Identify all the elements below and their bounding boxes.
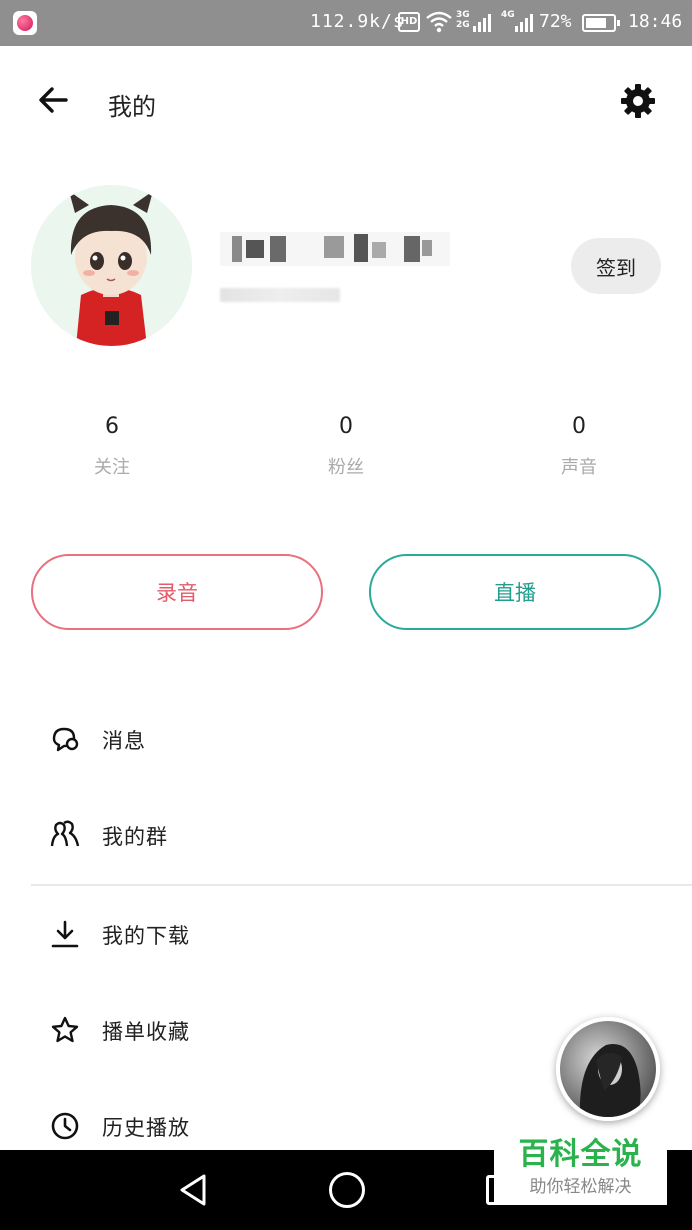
battery-percent: 72% [539, 11, 572, 32]
nav-back-icon[interactable] [176, 1172, 210, 1208]
watermark-title: 百科全说 [518, 1137, 643, 1172]
app-notification-icon [13, 11, 37, 35]
live-button[interactable]: 直播 [369, 554, 661, 630]
avatar[interactable] [31, 185, 192, 346]
stat-sounds-count: 0 [572, 414, 586, 439]
stat-fans[interactable]: 0 粉丝 [286, 405, 406, 479]
menu-item-groups-label: 我的群 [102, 825, 168, 849]
arrow-left-icon[interactable] [36, 84, 72, 116]
user-id-blurred [220, 288, 340, 302]
stat-following-label: 关注 [94, 457, 130, 478]
menu-item-history-label: 历史播放 [102, 1116, 190, 1140]
app-bar: 我的 [0, 46, 692, 156]
menu-item-messages-label: 消息 [102, 729, 146, 753]
menu-divider [31, 884, 692, 886]
mini-player-cover [579, 1044, 641, 1117]
page-title: 我的 [108, 93, 156, 121]
download-icon [51, 920, 79, 948]
network-type-4g: 4G [501, 10, 515, 20]
stat-sounds[interactable]: 0 声音 [519, 405, 639, 479]
watermark: 百科全说 助你轻松解决 [494, 1134, 667, 1205]
signal-icon-2 [515, 14, 533, 32]
stat-following[interactable]: 6 关注 [52, 405, 172, 479]
wifi-icon [426, 11, 452, 33]
signal-icon [473, 14, 491, 32]
menu-item-groups[interactable]: 我的群 [0, 806, 692, 866]
record-button[interactable]: 录音 [31, 554, 323, 630]
mini-player-button[interactable] [556, 1017, 660, 1121]
status-bar: 112.9k/s HD 3G 2G 4G 72% 18:46 [0, 0, 692, 46]
menu-item-downloads[interactable]: 我的下载 [0, 905, 692, 965]
avatar-illustration [31, 185, 192, 346]
username-blurred [220, 232, 450, 266]
group-icon [50, 820, 80, 847]
network-speed: 112.9k/s [310, 11, 405, 32]
hd-badge: HD [398, 12, 420, 32]
clock-icon [51, 1112, 79, 1140]
profile-stats: 6 关注 0 粉丝 0 声音 [0, 405, 692, 495]
stat-fans-count: 0 [339, 414, 353, 439]
network-type-label: 3G 2G [456, 10, 470, 30]
menu-item-downloads-label: 我的下载 [102, 924, 190, 948]
checkin-button[interactable]: 签到 [571, 238, 661, 294]
menu-item-playlist-favorites-label: 播单收藏 [102, 1020, 190, 1044]
star-icon [51, 1016, 79, 1043]
watermark-subtitle: 助你轻松解决 [529, 1177, 632, 1197]
stat-following-count: 6 [105, 414, 119, 439]
network-type-3g: 3G [456, 10, 470, 20]
stat-sounds-label: 声音 [561, 457, 597, 478]
clock: 18:46 [628, 11, 683, 32]
gear-icon[interactable] [620, 83, 656, 119]
nav-home-icon[interactable] [329, 1172, 365, 1208]
stat-fans-label: 粉丝 [328, 457, 364, 478]
network-type-2g: 2G [456, 20, 470, 30]
chat-bubble-icon [52, 727, 79, 752]
battery-icon [582, 14, 620, 32]
menu-item-messages[interactable]: 消息 [0, 710, 692, 770]
